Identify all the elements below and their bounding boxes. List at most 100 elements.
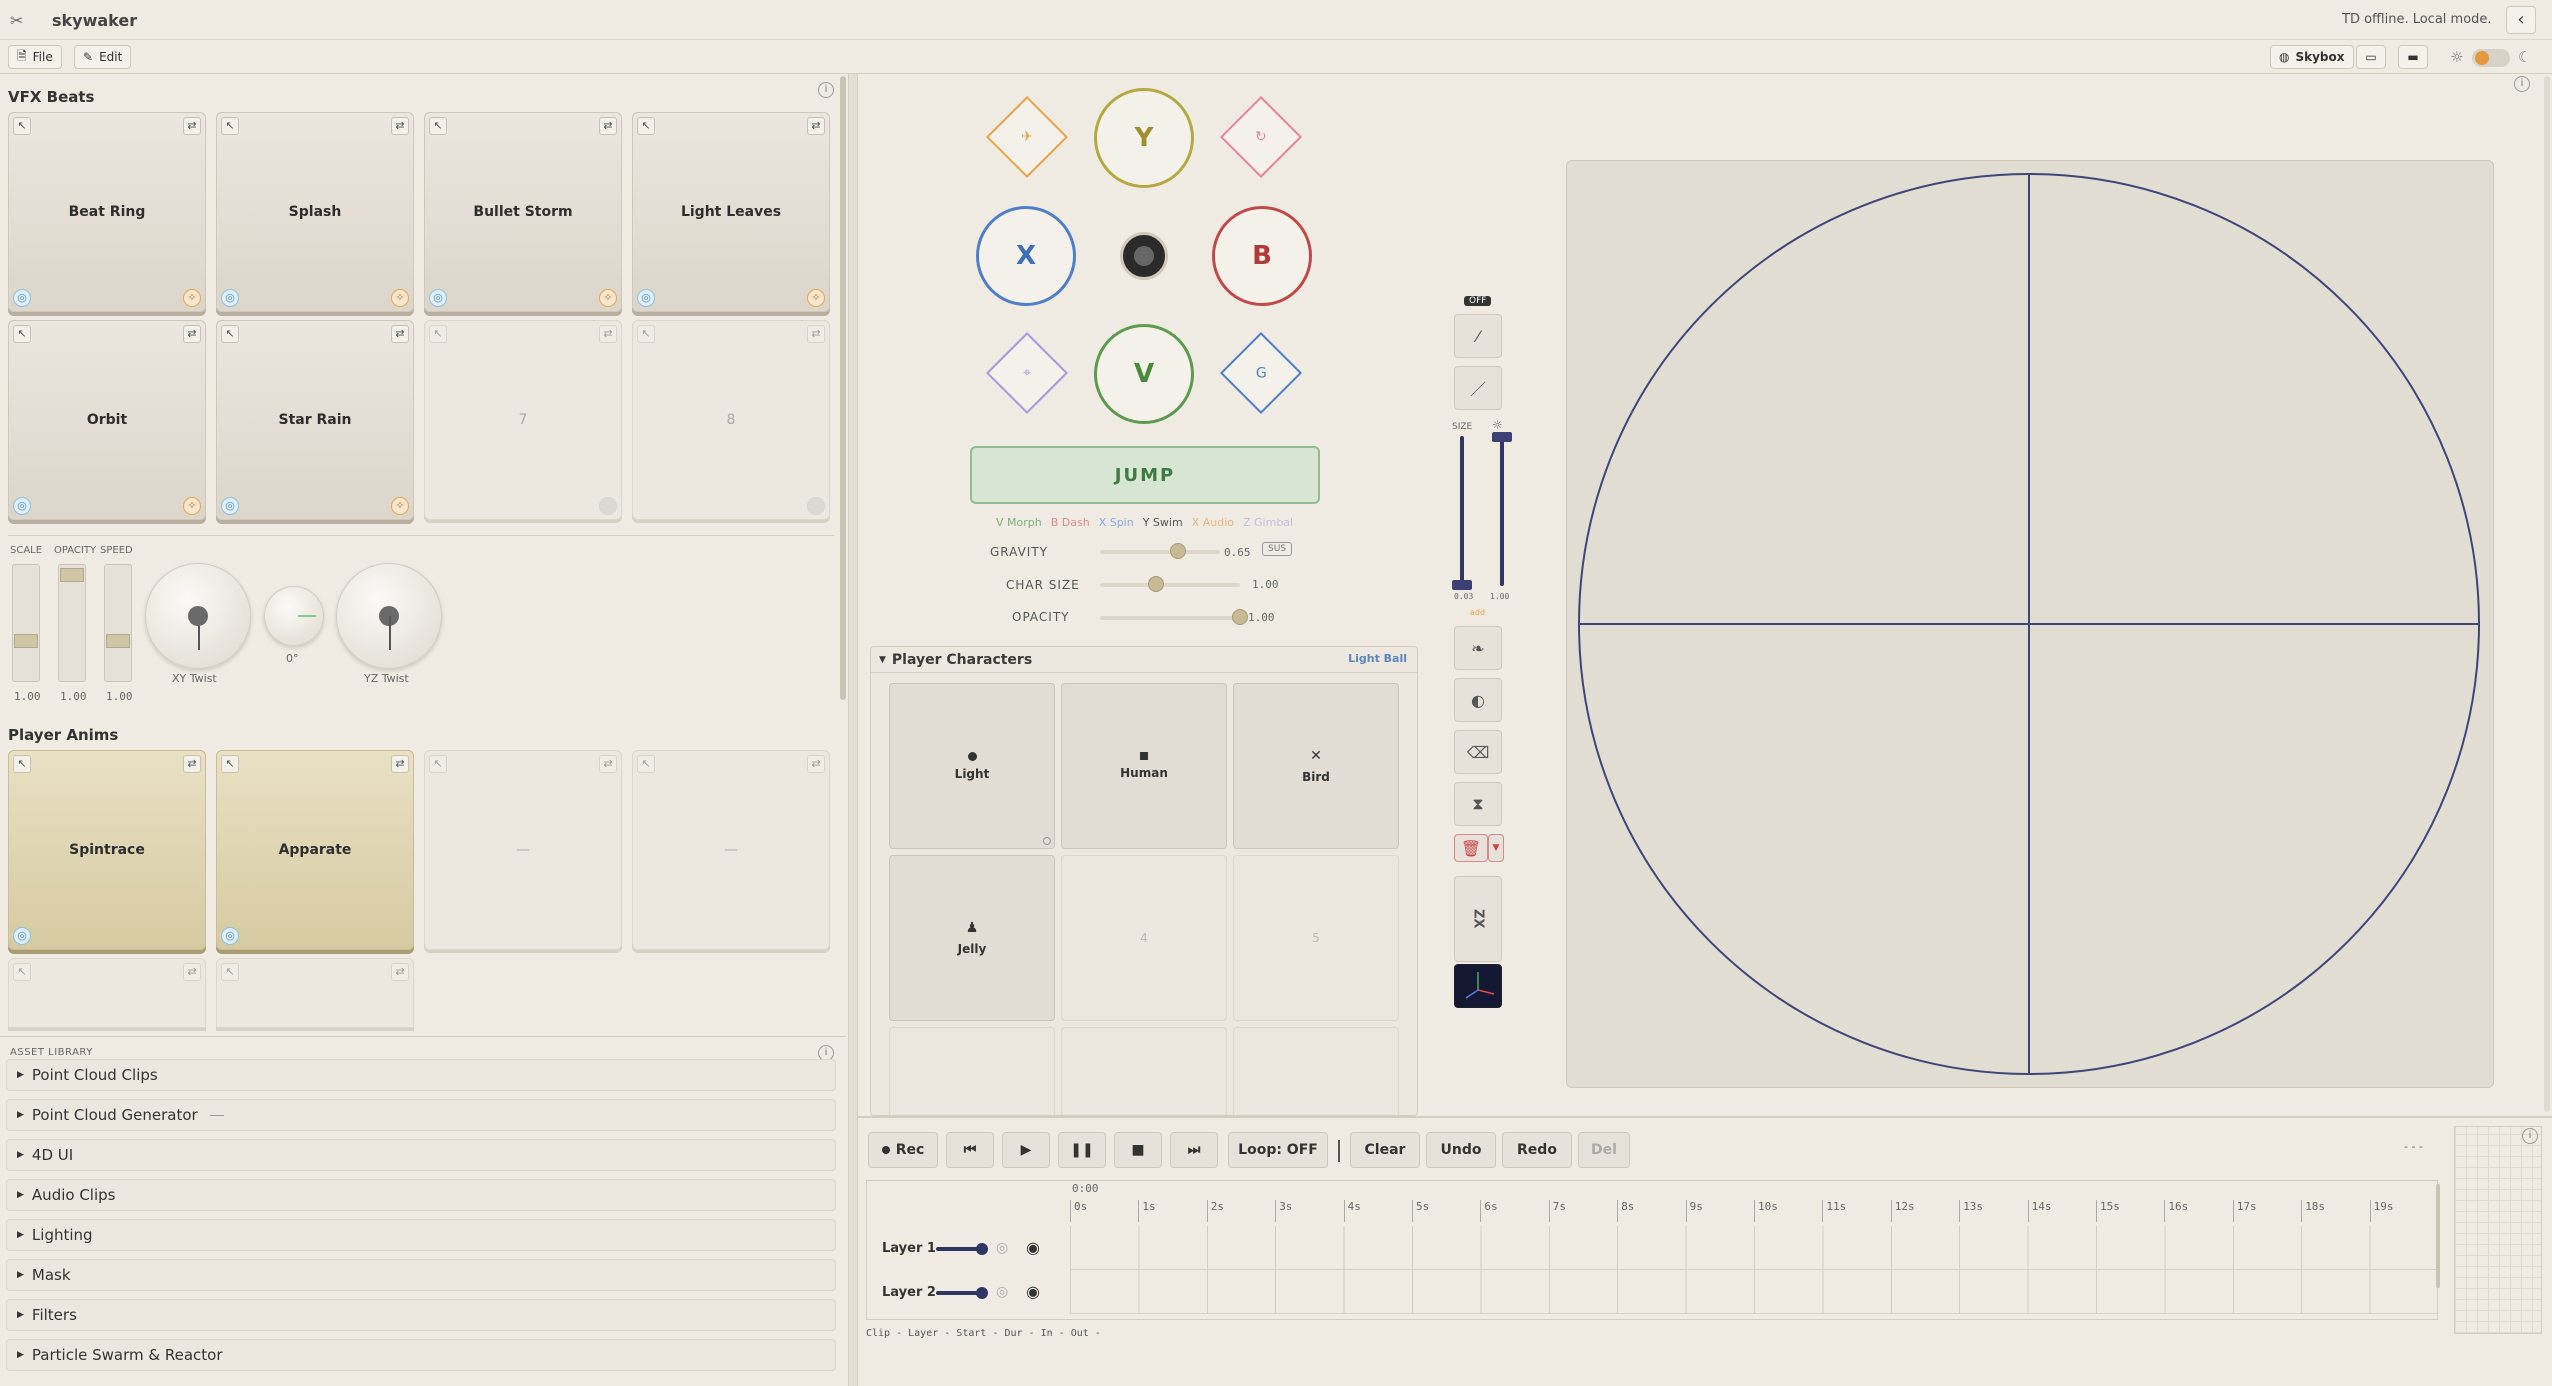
size-slider-thumb[interactable]: [1452, 580, 1472, 590]
char-size-track[interactable]: [1100, 583, 1240, 587]
player-characters-header[interactable]: ▼ Player Characters: [871, 647, 1417, 673]
edit-menu-button[interactable]: ✎ Edit: [74, 45, 132, 69]
pad-edit-icon[interactable]: ↖: [429, 117, 447, 135]
layer-1-target-icon[interactable]: ◎: [996, 1240, 1008, 1256]
vfx-pad-2[interactable]: ↖ ⇄ Splash ◎ ✧: [216, 112, 414, 312]
vfx-pad-8[interactable]: ↖ ⇄ 8: [632, 320, 830, 520]
skip-forward-button[interactable]: ⏭: [1170, 1132, 1218, 1168]
timeline-more-dots[interactable]: - - -: [2404, 1140, 2423, 1153]
axis-gizmo[interactable]: [1454, 964, 1502, 1008]
volume-thumb[interactable]: [976, 1243, 988, 1255]
asset-audio-clips[interactable]: ▶ Audio Clips: [6, 1179, 836, 1211]
asset-mask[interactable]: ▶ Mask: [6, 1259, 836, 1291]
character-slot-8[interactable]: [1233, 1027, 1399, 1115]
brush-tool[interactable]: ⁄: [1454, 314, 1502, 358]
pen-tool[interactable]: ／: [1454, 366, 1502, 410]
character-slot-4[interactable]: 4: [1061, 855, 1227, 1021]
asset-filters[interactable]: ▶ Filters: [6, 1299, 836, 1331]
pad-edit-icon[interactable]: ↖: [637, 117, 655, 135]
pad-loop-icon[interactable]: ⇄: [183, 117, 201, 135]
layer-2-lane[interactable]: [1070, 1270, 2438, 1314]
opacity-fader[interactable]: [58, 564, 86, 682]
asset-point-cloud-generator[interactable]: ▶ Point Cloud Generator: [6, 1099, 836, 1131]
pad-edit-icon[interactable]: ↖: [13, 117, 31, 135]
undo-button[interactable]: Undo: [1426, 1132, 1496, 1168]
layer-1-eye-icon[interactable]: ◉: [1026, 1238, 1040, 1257]
pad-loop-icon[interactable]: ⇄: [391, 117, 409, 135]
pad-target-icon[interactable]: ◎: [637, 289, 655, 307]
collapse-panel-button[interactable]: ‹: [2506, 6, 2536, 34]
minimap-info-icon[interactable]: i: [2522, 1128, 2538, 1144]
char-size-thumb[interactable]: [1148, 576, 1164, 592]
asset-particle-swarm[interactable]: ▶ Particle Swarm & Reactor: [6, 1339, 836, 1371]
speed-fader[interactable]: [104, 564, 132, 682]
clear-button[interactable]: Clear: [1350, 1132, 1420, 1168]
fader-cap[interactable]: [14, 634, 38, 648]
fader-cap[interactable]: [106, 634, 130, 648]
b-button[interactable]: B: [1212, 206, 1312, 306]
vfx-pad-6[interactable]: ↖ ⇄ Star Rain ◎ ✧: [216, 320, 414, 520]
zx-plane-toggle[interactable]: ZX: [1454, 876, 1502, 962]
pad-loop-icon[interactable]: ⇄: [599, 325, 617, 343]
pad-sun-icon[interactable]: ✧: [807, 289, 825, 307]
pad-target-icon[interactable]: ◎: [221, 927, 239, 945]
minimap-panel[interactable]: [2454, 1126, 2542, 1334]
record-button[interactable]: Rec: [868, 1132, 938, 1168]
pad-edit-icon[interactable]: ↖: [637, 325, 655, 343]
loop-toggle[interactable]: Loop: OFF: [1228, 1132, 1328, 1168]
v-button[interactable]: V: [1094, 324, 1194, 424]
pad-target-icon[interactable]: ◎: [13, 497, 31, 515]
layer-2-target-icon[interactable]: ◎: [996, 1284, 1008, 1300]
button-diamond-tl[interactable]: ✈: [985, 95, 1069, 179]
anim-pad-6[interactable]: ↖ ⇄: [216, 958, 414, 1028]
character-slot-5[interactable]: 5: [1233, 855, 1399, 1021]
redo-button[interactable]: Redo: [1502, 1132, 1572, 1168]
pad-loop-icon[interactable]: ⇄: [183, 325, 201, 343]
jump-button[interactable]: JUMP: [970, 446, 1320, 504]
character-human[interactable]: Human: [1061, 683, 1227, 849]
pad-loop-icon[interactable]: ⇄: [391, 755, 409, 773]
pad-loop-icon[interactable]: ⇄: [391, 325, 409, 343]
gravity-thumb[interactable]: [1170, 543, 1186, 559]
delete-menu-dropdown[interactable]: ▼: [1488, 834, 1504, 862]
center-record-button[interactable]: [1120, 232, 1168, 280]
keyboard-button[interactable]: ▬: [2398, 45, 2428, 69]
play-button[interactable]: ▶: [1002, 1132, 1050, 1168]
info-icon[interactable]: i: [818, 82, 834, 98]
pad-edit-icon[interactable]: ↖: [429, 325, 447, 343]
pad-target-icon[interactable]: ◎: [13, 289, 31, 307]
pad-loop-icon[interactable]: ⇄: [807, 325, 825, 343]
viewport-info-icon[interactable]: i: [2514, 76, 2530, 92]
anim-pad-5[interactable]: ↖ ⇄: [8, 958, 206, 1028]
pad-loop-icon[interactable]: ⇄: [183, 963, 201, 981]
skip-back-button[interactable]: ⏮: [946, 1132, 994, 1168]
pad-edit-icon[interactable]: ↖: [13, 963, 31, 981]
character-slot-7[interactable]: [1061, 1027, 1227, 1115]
xy-twist-knob[interactable]: [145, 563, 251, 669]
x-button[interactable]: X: [976, 206, 1076, 306]
pad-loop-icon[interactable]: ⇄: [807, 117, 825, 135]
button-diamond-bl[interactable]: ⌖: [985, 331, 1069, 415]
pad-edit-icon[interactable]: ↖: [13, 755, 31, 773]
palette-tool[interactable]: ◐: [1454, 678, 1502, 722]
layer-1-lane[interactable]: [1070, 1226, 2438, 1270]
eraser-tool[interactable]: ⌫: [1454, 730, 1502, 774]
fader-cap[interactable]: [60, 568, 84, 582]
pad-loop-icon[interactable]: ⇄: [599, 117, 617, 135]
anim-pad-2[interactable]: ↖ ⇄ Apparate ◎: [216, 750, 414, 950]
skybox-button[interactable]: ◍ Skybox: [2270, 45, 2354, 69]
center-knob[interactable]: [264, 586, 324, 646]
asset-4d-ui[interactable]: ▶ 4D UI: [6, 1139, 836, 1171]
pad-sun-icon[interactable]: ✧: [391, 289, 409, 307]
yz-twist-knob[interactable]: [336, 563, 442, 669]
layer-2-eye-icon[interactable]: ◉: [1026, 1282, 1040, 1301]
opacity-track[interactable]: [1100, 616, 1240, 620]
pad-edit-icon[interactable]: ↖: [221, 325, 239, 343]
size-slider[interactable]: [1452, 436, 1472, 590]
pad-loop-icon[interactable]: ⇄: [599, 755, 617, 773]
opacity-thumb[interactable]: [1232, 609, 1248, 625]
vfx-pad-4[interactable]: ↖ ⇄ Light Leaves ◎ ✧: [632, 112, 830, 312]
character-slot-6[interactable]: [889, 1027, 1055, 1115]
pad-target-icon[interactable]: ◎: [221, 497, 239, 515]
layer-1-volume[interactable]: [936, 1243, 988, 1255]
